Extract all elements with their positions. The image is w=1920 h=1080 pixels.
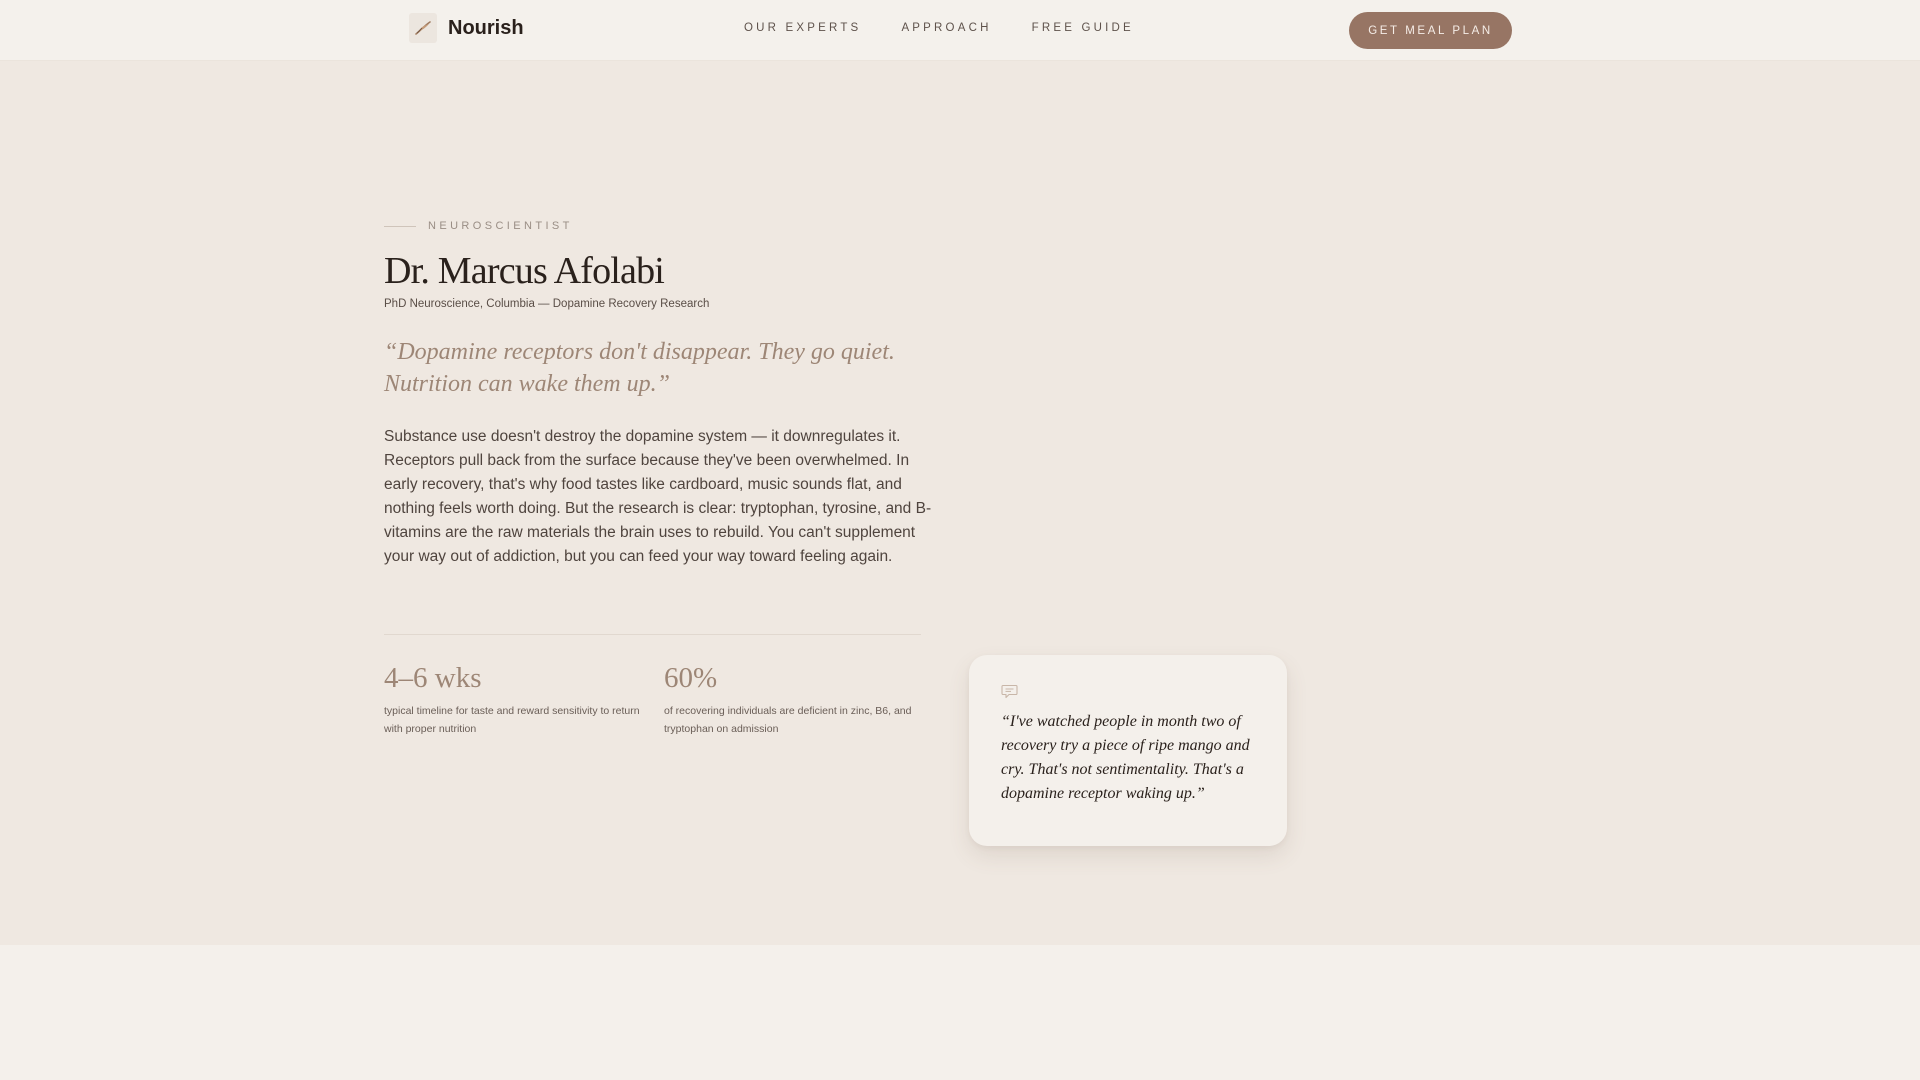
stat-value: 4–6 wks (384, 662, 482, 694)
stat-value: 60% (664, 662, 718, 694)
expert-role: NEUROSCIENTIST (428, 220, 573, 232)
testimonial-card: “I've watched people in month two of rec… (969, 655, 1287, 846)
brand-name: Nourish (448, 16, 524, 39)
expert-credentials: PhD Neuroscience, Columbia — Dopamine Re… (384, 298, 710, 310)
pull-quote: “Dopamine receptors don't disappear. The… (384, 339, 895, 397)
testimonial-quote: “I've watched people in month two of rec… (1001, 713, 1250, 802)
speech-bubble-icon (1001, 684, 1018, 704)
stat-label: of recovering individuals are deficient … (664, 705, 912, 735)
eyebrow-divider (384, 225, 416, 227)
expert-section: NEUROSCIENTIST Dr. Marcus Afolabi PhD Ne… (0, 61, 1920, 945)
get-meal-plan-button[interactable]: GET MEAL PLAN (1349, 12, 1512, 49)
stats-divider (384, 634, 921, 635)
eyebrow: NEUROSCIENTIST (384, 220, 573, 232)
next-section (0, 945, 1920, 1080)
site-header: Nourish OUR EXPERTS APPROACH FREE GUIDE … (0, 0, 1920, 61)
expert-name: Dr. Marcus Afolabi (384, 250, 665, 292)
nav-our-experts[interactable]: OUR EXPERTS (744, 22, 861, 34)
nav-free-guide[interactable]: FREE GUIDE (1032, 22, 1134, 34)
main-nav: OUR EXPERTS APPROACH FREE GUIDE (744, 22, 1134, 34)
nav-approach[interactable]: APPROACH (901, 22, 991, 34)
stat-deficiency: 60% of recovering individuals are defici… (664, 661, 924, 738)
brand-logo-link[interactable]: Nourish (409, 13, 524, 43)
stat-label: typical timeline for taste and reward se… (384, 705, 640, 735)
stat-timeline: 4–6 wks typical timeline for taste and r… (384, 661, 644, 738)
expert-body-text: Substance use doesn't destroy the dopami… (384, 428, 932, 565)
leaf-icon (409, 13, 437, 43)
